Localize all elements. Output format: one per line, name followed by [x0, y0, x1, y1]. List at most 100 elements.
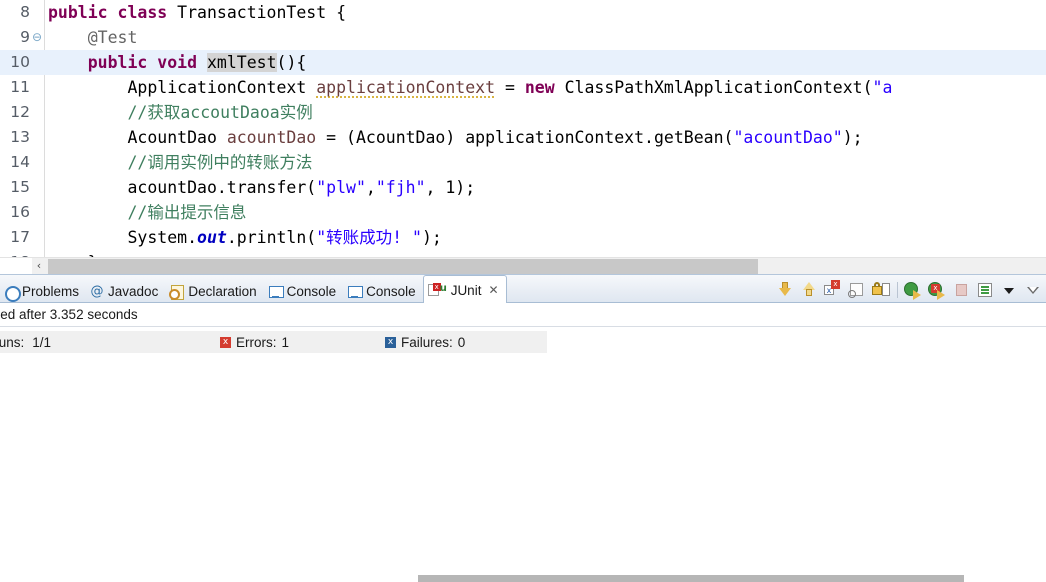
line-number: 12 [10, 103, 30, 121]
scrollbar-thumb[interactable] [418, 575, 964, 582]
minimize-view-button[interactable] [1024, 280, 1044, 300]
code-line[interactable]: 10 public void xmlTest(){ [0, 50, 1046, 75]
line-number: 17 [10, 228, 30, 246]
view-menu-button[interactable] [1000, 280, 1020, 300]
stop-icon [956, 284, 967, 296]
code-token: = (AcountDao) applicationContext.getBean… [316, 128, 734, 147]
code-editor[interactable]: 8 public class TransactionTest {9 ⊖ @Test 1… [0, 0, 1046, 274]
errors-label: Errors: [236, 334, 277, 350]
line-number: 8 [20, 3, 30, 21]
code-text: ApplicationContext applicationContext = … [48, 75, 892, 100]
error-badge-icon [220, 336, 231, 348]
javadoc-icon: @ [90, 283, 104, 299]
code-line[interactable]: 9 ⊖ @Test [0, 25, 1046, 50]
test-run-history-button[interactable] [976, 280, 996, 300]
line-number: 16 [10, 203, 30, 221]
stack-trace-filter-button[interactable] [847, 280, 867, 300]
code-token: ApplicationContext [48, 78, 317, 97]
stop-button[interactable] [952, 280, 972, 300]
declaration-icon [169, 284, 185, 300]
failures-label: Failures: [401, 334, 453, 350]
code-text: AcountDao acountDao = (AcountDao) applic… [48, 125, 862, 150]
code-token: (){ [276, 53, 307, 72]
code-token: out [197, 228, 227, 247]
failure-badge-icon [385, 336, 396, 348]
tab-junit[interactable]: x u JUnit ✕ [422, 275, 507, 304]
code-line[interactable]: 11 ApplicationContext applicationContext… [0, 75, 1046, 100]
junit-icon: xu [427, 283, 447, 297]
line-number: 9 [20, 28, 30, 46]
fold-toggle-icon[interactable]: ⊖ [31, 25, 43, 50]
editor-horizontal-scrollbar[interactable]: ‹ [0, 257, 1046, 274]
code-token: AcountDao [48, 128, 227, 147]
failure-trace-horizontal-scrollbar[interactable] [402, 574, 1046, 582]
tab-label: Problems [22, 284, 80, 299]
code-token: public [87, 53, 148, 72]
scrollbar-thumb[interactable] [48, 259, 758, 274]
code-text: acountDao.transfer("plw","fjh", 1); [48, 175, 475, 200]
tab-declaration[interactable]: Declaration [165, 279, 263, 304]
view-tabs: Problems @ Javadoc Declaration Console Consol… [0, 275, 507, 304]
code-token: applicationContext [316, 78, 496, 98]
code-token: xmlTest [206, 53, 277, 72]
code-line[interactable]: 8 public class TransactionTest { [0, 0, 1046, 25]
rerun-failed-tests-button[interactable]: x [928, 280, 948, 300]
view-tab-bar: Problems @ Javadoc Declaration Console Consol… [0, 274, 1046, 304]
code-token: @Test [87, 28, 138, 47]
failures-value: 0 [457, 334, 466, 350]
chevron-down-hollow-icon [1027, 287, 1039, 294]
code-token: "转账成功! " [316, 228, 422, 247]
tab-label: JUnit [450, 282, 482, 298]
code-line[interactable]: 13 AcountDao acountDao = (AcountDao) app… [0, 125, 1046, 150]
close-icon[interactable]: ✕ [488, 283, 498, 297]
scrollbar-track-left [0, 258, 32, 274]
code-line[interactable]: 12 //获取accoutDaoa实例 [0, 100, 1046, 125]
code-token: //获取accoutDaoa实例 [127, 103, 313, 122]
tab-console[interactable]: Console [264, 279, 344, 304]
scroll-lock-button[interactable] [871, 280, 891, 300]
tab-label: Console [366, 284, 416, 299]
line-number: 11 [10, 78, 30, 96]
tab-label: Javadoc [108, 284, 159, 299]
code-token: "a [872, 78, 893, 97]
line-number: 10 [10, 53, 30, 71]
runs-value: 1/1 [32, 334, 52, 350]
junit-status-text: ished after 3.352 seconds [0, 307, 138, 322]
console-icon [268, 285, 284, 299]
junit-view: ished after 3.352 seconds Runs: 1/1 Erro… [0, 303, 1046, 582]
scroll-left-arrow-icon[interactable]: ‹ [32, 258, 46, 274]
code-token: //输出提示信息 [127, 203, 247, 222]
rerun-test-button[interactable] [904, 280, 924, 300]
code-line[interactable]: 14 //调用实例中的转账方法 [0, 150, 1046, 175]
tab-problems[interactable]: Problems [0, 279, 86, 304]
chevron-down-icon [1004, 288, 1014, 294]
code-lines: 8 public class TransactionTest {9 ⊖ @Test 1… [0, 0, 1046, 274]
junit-status-line: ished after 3.352 seconds [0, 303, 1046, 327]
code-text: public void xmlTest(){ [48, 50, 306, 75]
junit-view-toolbar: x x x [775, 278, 1044, 302]
code-token: .println( [226, 228, 317, 247]
show-failures-only-button[interactable]: x x [823, 280, 843, 300]
code-line[interactable]: 15 acountDao.transfer("plw","fjh", 1); [0, 175, 1046, 200]
previous-failure-button[interactable] [799, 280, 819, 300]
code-text: //获取accoutDaoa实例 [48, 100, 313, 125]
code-token: new [524, 78, 555, 97]
errors-value: 1 [281, 334, 290, 350]
code-line[interactable]: 16 //输出提示信息 [0, 200, 1046, 225]
failures-counter: Failures: 0 [377, 331, 547, 353]
code-text: //调用实例中的转账方法 [48, 150, 312, 175]
tab-javadoc[interactable]: @ Javadoc [86, 279, 165, 304]
tab-console-2[interactable]: Console [343, 279, 423, 304]
next-failure-button[interactable] [775, 280, 795, 300]
code-token: "acountDao" [733, 128, 843, 147]
tab-label: Declaration [188, 284, 257, 299]
problems-icon [4, 285, 21, 302]
code-line[interactable]: 17 System.out.println("转账成功! "); [0, 225, 1046, 250]
line-number: 13 [10, 128, 30, 146]
